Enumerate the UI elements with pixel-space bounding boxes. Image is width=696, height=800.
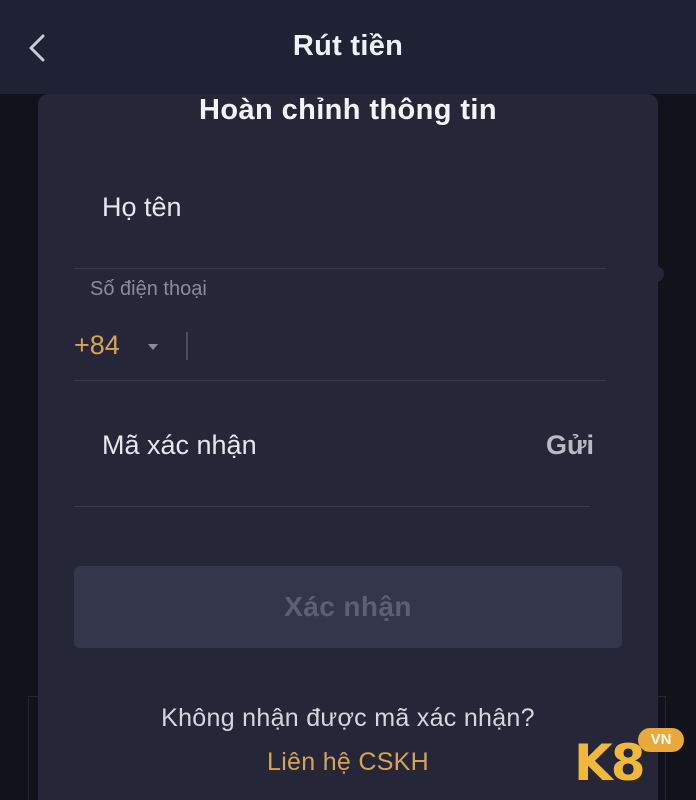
full-name-field[interactable]: Họ tên [102, 192, 182, 223]
verification-code-field[interactable]: Mã xác nhận [102, 430, 257, 461]
modal-title: Hoàn chỉnh thông tin [199, 94, 497, 126]
caret-down-icon[interactable] [146, 340, 160, 354]
logo-text: K8 [574, 734, 646, 792]
page-title: Rút tiền [292, 30, 404, 62]
country-code-select[interactable]: +84 [74, 330, 120, 361]
background-card-edge [28, 696, 38, 800]
confirm-button[interactable]: Xác nhận [74, 566, 622, 648]
help-text: Không nhận được mã xác nhận? [161, 704, 535, 732]
logo-badge: VN [638, 728, 684, 752]
send-code-button[interactable]: Gửi [546, 430, 594, 461]
brand-logo: K8 VN [574, 728, 686, 792]
text-cursor [186, 332, 188, 360]
top-bar: Rút tiền [0, 0, 696, 94]
verification-divider [74, 506, 590, 507]
screen: Rút tiền Hoàn chỉnh thông tin Họ tên Số … [0, 0, 696, 800]
full-name-divider [74, 268, 606, 269]
complete-info-modal: Hoàn chỉnh thông tin Họ tên Số điện thoạ… [38, 94, 658, 800]
contact-support-link[interactable]: Liên hệ CSKH [38, 748, 658, 777]
phone-input[interactable] [192, 326, 604, 366]
phone-divider [74, 380, 606, 381]
phone-field-label: Số điện thoại [90, 278, 207, 300]
